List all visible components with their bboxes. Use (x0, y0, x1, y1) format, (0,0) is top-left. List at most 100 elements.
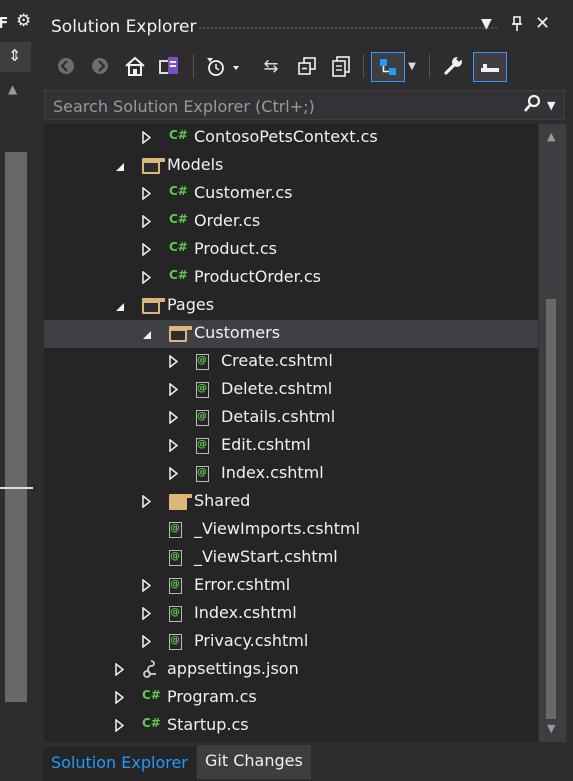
tree-item[interactable]: @ _ViewStart.cshtml (44, 544, 538, 572)
sync-with-active-document-icon[interactable]: ⇆ (257, 52, 285, 80)
close-icon[interactable]: ✕ (535, 13, 550, 34)
tree-item[interactable]: @ Privacy.cshtml (44, 628, 538, 656)
expanded-arrow-icon[interactable] (115, 161, 127, 177)
neighbor-panel-title-fragment: F (0, 14, 9, 32)
tree-item[interactable]: C# Product.cs (44, 236, 538, 264)
properties-icon[interactable] (439, 52, 467, 80)
tree-item-label: Models (167, 155, 224, 174)
collapsed-arrow-icon[interactable] (169, 382, 181, 399)
tree-item-label: Index.cshtml (221, 463, 324, 482)
tree-item[interactable]: C# Order.cs (44, 208, 538, 236)
tree-item-label: Delete.cshtml (221, 379, 333, 398)
collapsed-arrow-icon[interactable] (169, 466, 181, 483)
tree-item[interactable]: @ Index.cshtml (44, 460, 538, 488)
scroll-up-arrow-icon[interactable]: ▲ (8, 82, 17, 96)
collapsed-arrow-icon[interactable] (142, 494, 154, 511)
tree-item[interactable]: C# ProductOrder.cs (44, 264, 538, 292)
scrollbar-thumb[interactable] (546, 299, 556, 719)
tree-item[interactable]: C# ContosoPetsContext.cs (44, 124, 538, 152)
preview-selected-items-icon[interactable] (371, 52, 405, 82)
tree-item[interactable]: @ Error.cshtml (44, 572, 538, 600)
toolbar-separator (193, 54, 194, 78)
pending-changes-filter-icon[interactable] (203, 52, 243, 80)
collapsed-arrow-icon[interactable] (115, 662, 127, 679)
collapsed-arrow-icon[interactable] (115, 690, 127, 707)
home-icon[interactable] (121, 52, 149, 80)
tree-item[interactable]: @ Index.cshtml (44, 600, 538, 628)
csharp-file-icon: C# (169, 212, 188, 226)
panel-title: Solution Explorer (51, 17, 197, 37)
tree-item[interactable]: appsettings.json (44, 656, 538, 684)
back-icon[interactable] (53, 52, 79, 80)
neighbor-scrollbar[interactable] (5, 152, 27, 702)
razor-page-icon: @ (196, 438, 209, 454)
tab-git-changes[interactable]: Git Changes (197, 745, 311, 779)
chevron-down-icon[interactable]: ▼ (405, 52, 419, 80)
tree-item[interactable]: @ Delete.cshtml (44, 376, 538, 404)
tree-item[interactable]: @ Edit.cshtml (44, 432, 538, 460)
split-view-button[interactable]: ⇕ (0, 42, 31, 72)
expanded-arrow-icon[interactable] (115, 301, 127, 317)
tree-item[interactable]: @ Details.cshtml (44, 404, 538, 432)
chevron-down-icon[interactable]: ▼ (481, 16, 492, 32)
tree-item[interactable]: Models (44, 152, 538, 180)
tree-item-label: Details.cshtml (221, 407, 336, 426)
chevron-down-icon[interactable]: ▼ (547, 99, 555, 112)
tree-vertical-scrollbar[interactable]: ▲ ▼ (539, 124, 566, 742)
toolbar-separator (363, 54, 364, 78)
tree-item[interactable]: C# Program.cs (44, 684, 538, 712)
tree-item-label: Product.cs (194, 239, 277, 258)
tree-item-label: Startup.cs (167, 715, 249, 734)
tree-item-label: Privacy.cshtml (194, 631, 309, 650)
search-input[interactable]: Search Solution Explorer (Ctrl+;) (53, 97, 315, 116)
tree-item[interactable]: Pages (44, 292, 538, 320)
tree-item-label: ProductOrder.cs (194, 267, 321, 286)
neighbor-position-marker (0, 487, 33, 489)
collapsed-arrow-icon[interactable] (142, 242, 154, 259)
forward-icon[interactable] (87, 52, 113, 80)
collapsed-arrow-icon[interactable] (142, 130, 154, 147)
scroll-up-icon[interactable]: ▲ (547, 130, 555, 143)
razor-page-icon: @ (169, 550, 182, 566)
open-folder-icon (169, 326, 192, 342)
collapsed-arrow-icon[interactable] (142, 634, 154, 651)
collapsed-arrow-icon[interactable] (169, 410, 181, 427)
collapsed-arrow-icon[interactable] (169, 354, 181, 371)
show-all-files-icon[interactable] (327, 52, 355, 80)
razor-page-icon: @ (169, 578, 182, 594)
tab-solution-explorer[interactable]: Solution Explorer (43, 745, 196, 781)
collapsed-arrow-icon[interactable] (142, 606, 154, 623)
collapsed-arrow-icon[interactable] (142, 270, 154, 287)
tree-item[interactable]: Shared (44, 488, 538, 516)
csharp-file-icon: C# (142, 688, 161, 702)
switch-views-icon[interactable] (155, 52, 183, 80)
gear-icon[interactable]: ⚙ (16, 11, 31, 31)
tree-item-label: Customers (194, 323, 281, 342)
collapsed-arrow-icon[interactable] (142, 214, 154, 231)
tree-item[interactable]: C# Startup.cs (44, 712, 538, 740)
tree-item-label: _ViewImports.cshtml (194, 519, 361, 538)
json-file-icon (142, 658, 160, 678)
collapse-all-icon[interactable] (293, 52, 321, 80)
collapsed-arrow-icon[interactable] (169, 438, 181, 455)
tree-item[interactable]: @ Create.cshtml (44, 348, 538, 376)
expanded-arrow-icon[interactable] (142, 329, 154, 345)
scroll-down-icon[interactable]: ▼ (547, 722, 555, 735)
tree-item[interactable]: Customers (44, 320, 538, 348)
panel-title-bar[interactable]: Solution Explorer ▼ ✕ (43, 10, 567, 44)
tree-item[interactable]: @ _ViewImports.cshtml (44, 516, 538, 544)
csharp-file-icon: C# (142, 716, 161, 730)
collapsed-arrow-icon[interactable] (142, 186, 154, 203)
search-icon[interactable] (523, 94, 541, 119)
collapsed-arrow-icon[interactable] (142, 578, 154, 595)
folder-icon (169, 494, 192, 510)
collapsed-arrow-icon[interactable] (115, 718, 127, 735)
pin-icon[interactable] (511, 16, 523, 36)
tree-item-label: appsettings.json (167, 659, 299, 678)
tree-item-label: Index.cshtml (194, 603, 297, 622)
tree-item[interactable]: C# Customer.cs (44, 180, 538, 208)
auto-hide-icon[interactable] (473, 52, 507, 82)
neighbor-panel-strip: F ⚙ ⇕ ▲ (0, 0, 37, 779)
tree-item-label: Program.cs (167, 687, 257, 706)
search-box[interactable]: Search Solution Explorer (Ctrl+;) ▼ (44, 90, 565, 120)
